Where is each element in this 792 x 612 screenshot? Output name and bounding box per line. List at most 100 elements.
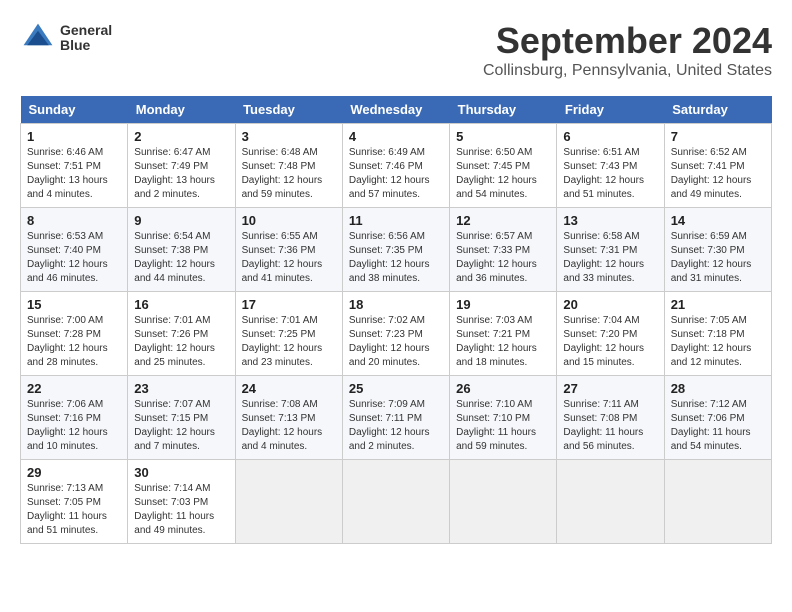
day-number: 20 [563, 297, 657, 312]
day-info: Sunrise: 6:57 AMSunset: 7:33 PMDaylight:… [456, 230, 550, 286]
calendar-cell: 18 Sunrise: 7:02 AMSunset: 7:23 PMDayligh… [342, 292, 449, 376]
calendar-cell: 9 Sunrise: 6:54 AMSunset: 7:38 PMDaylight… [128, 208, 235, 292]
calendar: SundayMondayTuesdayWednesdayThursdayFrid… [20, 96, 772, 544]
title-section: September 2024 Collinsburg, Pennsylvania… [483, 20, 772, 80]
day-info: Sunrise: 6:58 AMSunset: 7:31 PMDaylight:… [563, 230, 657, 286]
header-day-thursday: Thursday [450, 96, 557, 124]
day-number: 24 [242, 381, 336, 396]
logo-line2: Blue [60, 38, 112, 53]
calendar-cell: 3Sunrise: 6:48 AMSunset: 7:48 PMDaylight… [235, 124, 342, 208]
day-info: Sunrise: 6:49 AMSunset: 7:46 PMDaylight:… [349, 146, 443, 202]
calendar-cell: 2 Sunrise: 6:47 AMSunset: 7:49 PMDaylight… [128, 124, 235, 208]
header-day-tuesday: Tuesday [235, 96, 342, 124]
calendar-cell: 28Sunrise: 7:12 AMSunset: 7:06 PMDayligh… [664, 376, 771, 460]
day-info: Sunrise: 6:56 AMSunset: 7:35 PMDaylight:… [349, 230, 443, 286]
day-number: 30 [134, 465, 228, 480]
day-info: Sunrise: 7:02 AMSunset: 7:23 PMDaylight:… [349, 314, 443, 370]
calendar-cell: 15 Sunrise: 7:00 AMSunset: 7:28 PMDayligh… [21, 292, 128, 376]
calendar-cell: 25Sunrise: 7:09 AMSunset: 7:11 PMDayligh… [342, 376, 449, 460]
day-info: Sunrise: 6:47 AMSunset: 7:49 PMDaylight:… [134, 146, 228, 202]
day-number: 3 [242, 129, 336, 144]
day-number: 15 [27, 297, 121, 312]
day-number: 16 [134, 297, 228, 312]
calendar-cell: 7 Sunrise: 6:52 AMSunset: 7:41 PMDaylight… [664, 124, 771, 208]
day-info: Sunrise: 7:06 AMSunset: 7:16 PMDaylight:… [27, 398, 121, 454]
day-number: 28 [671, 381, 765, 396]
day-number: 17 [242, 297, 336, 312]
day-number: 23 [134, 381, 228, 396]
day-info: Sunrise: 6:52 AMSunset: 7:41 PMDaylight:… [671, 146, 765, 202]
day-number: 12 [456, 213, 550, 228]
day-number: 2 [134, 129, 228, 144]
calendar-cell: 23 Sunrise: 7:07 AMSunset: 7:15 PMDayligh… [128, 376, 235, 460]
day-number: 29 [27, 465, 121, 480]
week-row-3: 15 Sunrise: 7:00 AMSunset: 7:28 PMDayligh… [21, 292, 772, 376]
logo-text: General Blue [60, 23, 112, 54]
day-info: Sunrise: 6:59 AMSunset: 7:30 PMDaylight:… [671, 230, 765, 286]
calendar-header: SundayMondayTuesdayWednesdayThursdayFrid… [21, 96, 772, 124]
header-day-wednesday: Wednesday [342, 96, 449, 124]
calendar-cell: 21 Sunrise: 7:05 AMSunset: 7:18 PMDayligh… [664, 292, 771, 376]
day-info: Sunrise: 6:46 AMSunset: 7:51 PMDaylight:… [27, 146, 121, 202]
day-info: Sunrise: 7:05 AMSunset: 7:18 PMDaylight:… [671, 314, 765, 370]
day-number: 21 [671, 297, 765, 312]
day-number: 10 [242, 213, 336, 228]
day-number: 27 [563, 381, 657, 396]
calendar-cell [450, 460, 557, 544]
header-day-monday: Monday [128, 96, 235, 124]
day-info: Sunrise: 7:07 AMSunset: 7:15 PMDaylight:… [134, 398, 228, 454]
calendar-cell: 26Sunrise: 7:10 AMSunset: 7:10 PMDayligh… [450, 376, 557, 460]
day-number: 7 [671, 129, 765, 144]
header: General Blue September 2024 Collinsburg,… [20, 20, 772, 80]
calendar-cell: 17 Sunrise: 7:01 AMSunset: 7:25 PMDayligh… [235, 292, 342, 376]
day-info: Sunrise: 7:08 AMSunset: 7:13 PMDaylight:… [242, 398, 336, 454]
day-number: 22 [27, 381, 121, 396]
header-day-friday: Friday [557, 96, 664, 124]
calendar-cell [664, 460, 771, 544]
day-info: Sunrise: 7:14 AMSunset: 7:03 PMDaylight:… [134, 482, 228, 538]
day-info: Sunrise: 7:03 AMSunset: 7:21 PMDaylight:… [456, 314, 550, 370]
day-number: 5 [456, 129, 550, 144]
week-row-1: 1 Sunrise: 6:46 AMSunset: 7:51 PMDaylight… [21, 124, 772, 208]
day-number: 14 [671, 213, 765, 228]
calendar-body: 1 Sunrise: 6:46 AMSunset: 7:51 PMDaylight… [21, 124, 772, 544]
calendar-cell: 6 Sunrise: 6:51 AMSunset: 7:43 PMDaylight… [557, 124, 664, 208]
calendar-cell: 24 Sunrise: 7:08 AMSunset: 7:13 PMDayligh… [235, 376, 342, 460]
day-info: Sunrise: 6:50 AMSunset: 7:45 PMDaylight:… [456, 146, 550, 202]
calendar-cell: 27 Sunrise: 7:11 AMSunset: 7:08 PMDayligh… [557, 376, 664, 460]
logo-icon [20, 20, 56, 56]
day-number: 13 [563, 213, 657, 228]
day-number: 18 [349, 297, 443, 312]
calendar-cell: 29 Sunrise: 7:13 AMSunset: 7:05 PMDayligh… [21, 460, 128, 544]
day-number: 26 [456, 381, 550, 396]
day-number: 9 [134, 213, 228, 228]
day-info: Sunrise: 7:11 AMSunset: 7:08 PMDaylight:… [563, 398, 657, 454]
header-day-saturday: Saturday [664, 96, 771, 124]
calendar-cell: 5 Sunrise: 6:50 AMSunset: 7:45 PMDaylight… [450, 124, 557, 208]
day-info: Sunrise: 7:04 AMSunset: 7:20 PMDaylight:… [563, 314, 657, 370]
calendar-cell: 14 Sunrise: 6:59 AMSunset: 7:30 PMDayligh… [664, 208, 771, 292]
logo-line1: General [60, 23, 112, 38]
day-info: Sunrise: 7:01 AMSunset: 7:25 PMDaylight:… [242, 314, 336, 370]
day-number: 6 [563, 129, 657, 144]
calendar-cell: 1 Sunrise: 6:46 AMSunset: 7:51 PMDaylight… [21, 124, 128, 208]
day-info: Sunrise: 7:00 AMSunset: 7:28 PMDaylight:… [27, 314, 121, 370]
day-info: Sunrise: 6:54 AMSunset: 7:38 PMDaylight:… [134, 230, 228, 286]
day-info: Sunrise: 7:13 AMSunset: 7:05 PMDaylight:… [27, 482, 121, 538]
day-info: Sunrise: 6:53 AMSunset: 7:40 PMDaylight:… [27, 230, 121, 286]
day-number: 11 [349, 213, 443, 228]
day-number: 4 [349, 129, 443, 144]
calendar-cell [342, 460, 449, 544]
calendar-cell: 30 Sunrise: 7:14 AMSunset: 7:03 PMDayligh… [128, 460, 235, 544]
header-day-sunday: Sunday [21, 96, 128, 124]
day-number: 19 [456, 297, 550, 312]
day-number: 8 [27, 213, 121, 228]
calendar-cell [557, 460, 664, 544]
calendar-cell: 10Sunrise: 6:55 AMSunset: 7:36 PMDayligh… [235, 208, 342, 292]
day-number: 1 [27, 129, 121, 144]
calendar-cell [235, 460, 342, 544]
calendar-cell: 16Sunrise: 7:01 AMSunset: 7:26 PMDayligh… [128, 292, 235, 376]
day-info: Sunrise: 6:51 AMSunset: 7:43 PMDaylight:… [563, 146, 657, 202]
week-row-2: 8 Sunrise: 6:53 AMSunset: 7:40 PMDaylight… [21, 208, 772, 292]
calendar-cell: 8 Sunrise: 6:53 AMSunset: 7:40 PMDaylight… [21, 208, 128, 292]
